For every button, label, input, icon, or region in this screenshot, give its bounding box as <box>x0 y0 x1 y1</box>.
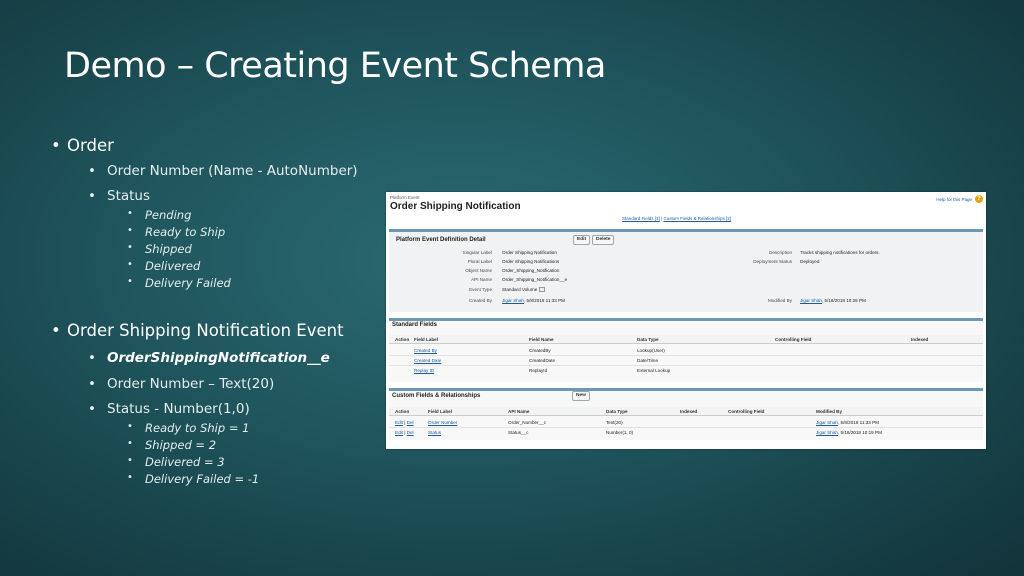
field-label: Object Name <box>465 268 492 273</box>
salesforce-screenshot: Platform Event Order Shipping Notificati… <box>386 192 986 449</box>
info-icon[interactable] <box>538 287 545 293</box>
table-cell: Jigar Shah, 5/8/2018 11:33 PM <box>816 420 880 425</box>
field-label: Plural Label <box>467 259 492 264</box>
field-value: Jigar Shah, 5/8/2018 11:33 PM <box>502 298 566 303</box>
column-header: Controlling Field <box>775 337 812 342</box>
field-label: Modified By <box>767 298 792 303</box>
bullet-event: • Order Shipping Notification Event <box>51 321 344 340</box>
status-item: • Delivered <box>127 259 201 273</box>
field-label: API Name <box>471 277 492 282</box>
table-cell: CreatedBy <box>529 348 551 353</box>
field-value: Order Shipping Notification <box>502 250 557 255</box>
custom-fields-link[interactable]: Custom Fields & Relationships [2] <box>663 216 731 221</box>
column-header: Data Type <box>606 409 628 414</box>
field-label: Singular Label <box>462 250 492 255</box>
field-value: Order_Shipping_Notification__e <box>502 277 568 282</box>
bullet-order: • Order <box>51 136 114 155</box>
field-label-link[interactable]: Status <box>428 430 441 435</box>
status-item: • Shipped <box>127 242 192 256</box>
column-header: Indexed <box>680 409 698 414</box>
table-cell: Number(1, 0) <box>606 430 634 435</box>
field-value: Tracks shipping notifications for orders… <box>800 250 880 255</box>
status-item: • Ready to Ship = 1 <box>127 421 250 435</box>
user-link[interactable]: Jigar Shah <box>502 298 524 303</box>
field-value: Standard Volume <box>502 287 545 293</box>
row-actions: Edit | Del <box>395 420 414 425</box>
row-divider <box>389 355 983 356</box>
row-divider <box>389 427 983 428</box>
table-cell: ReplayId <box>529 368 548 373</box>
custom-fields-title: Custom Fields & Relationships <box>392 393 481 399</box>
bullet-event-status: • Status - Number(1,0) <box>88 401 250 417</box>
help-link[interactable]: Help for this Page <box>936 197 972 202</box>
user-link[interactable]: Jigar Shah <box>816 420 838 425</box>
row-actions: Edit | Del <box>395 430 414 435</box>
column-header: Data Type <box>637 337 659 342</box>
table-cell: Order_Number__c <box>508 420 547 425</box>
edit-button[interactable]: Edit <box>573 235 591 245</box>
field-value: Order_Shipping_Notification <box>502 268 560 273</box>
user-link[interactable]: Jigar Shah <box>816 430 838 435</box>
status-item: • Shipped = 2 <box>127 438 217 452</box>
status-item: • Delivered = 3 <box>127 455 225 469</box>
status-item: • Delivery Failed <box>127 276 231 290</box>
standard-fields-header <box>389 335 983 344</box>
column-header: Field Name <box>529 337 554 342</box>
column-header: Modified By <box>816 409 843 414</box>
field-value: Order Shipping Notifications <box>502 259 560 264</box>
standard-fields-title: Standard Fields <box>392 322 438 328</box>
table-cell: External Lookup <box>637 368 671 373</box>
delete-button[interactable]: Delete <box>592 235 615 245</box>
bullet-order-number: • Order Number (Name - AutoNumber) <box>88 163 358 179</box>
help-icon[interactable]: ? <box>975 195 983 203</box>
column-header: Field Label <box>428 409 452 414</box>
status-item: • Delivery Failed = -1 <box>127 472 260 486</box>
bullet-event-api-name: • OrderShippingNotification__e <box>88 350 330 366</box>
table-cell: CreatedDate <box>529 358 556 363</box>
bullet-order-status: • Status <box>88 188 151 204</box>
edit-link[interactable]: Edit <box>395 420 403 425</box>
table-cell: Text(20) <box>606 420 623 425</box>
field-label: Event Type <box>469 287 492 292</box>
column-header: Indexed <box>911 337 929 342</box>
related-list-links: Standard Fields [3] | Custom Fields & Re… <box>622 216 732 221</box>
new-field-button[interactable]: New <box>572 391 590 401</box>
column-header: Field Label <box>414 337 438 342</box>
standard-fields-link[interactable]: Standard Fields [3] <box>622 216 660 221</box>
column-header: Action <box>395 337 410 342</box>
bullet-order-label: Order <box>67 136 114 155</box>
object-name: Order Shipping Notification <box>390 201 521 212</box>
delete-link[interactable]: Del <box>407 420 414 425</box>
bullet-event-order-number: • Order Number – Text(20) <box>88 376 275 392</box>
column-header: API Name <box>508 409 530 414</box>
table-cell: Date/Time <box>637 358 659 363</box>
field-label: Deployment Status <box>753 259 792 264</box>
field-label-link[interactable]: Replay ID <box>414 368 434 373</box>
row-divider <box>389 365 983 366</box>
field-label: Created By <box>469 298 492 303</box>
field-value: Deployed <box>800 259 820 264</box>
delete-link[interactable]: Del <box>407 430 414 435</box>
table-cell: Lookup(User) <box>637 348 665 353</box>
standard-fields-section <box>389 318 983 382</box>
user-link[interactable]: Jigar Shah <box>800 298 822 303</box>
field-label-link[interactable]: Order Number <box>428 420 457 425</box>
table-cell: Status__c <box>508 430 529 435</box>
column-header: Controlling Field <box>728 409 765 414</box>
slide-title: Demo – Creating Event Schema <box>64 46 606 86</box>
column-header: Action <box>395 409 410 414</box>
table-cell: Jigar Shah, 5/18/2018 10:19 PM <box>816 430 882 435</box>
field-label-link[interactable]: Created Date <box>414 358 441 363</box>
field-label-link[interactable]: Created By <box>414 348 437 353</box>
object-type: Platform Event <box>390 195 420 200</box>
detail-section-title: Platform Event Definition Detail <box>396 237 486 243</box>
status-item: • Ready to Ship <box>127 225 226 239</box>
field-value: Jigar Shah, 5/18/2018 10:26 PM <box>800 298 866 303</box>
edit-link[interactable]: Edit <box>395 430 403 435</box>
status-item: • Pending <box>127 208 192 222</box>
field-label: Description <box>769 250 792 255</box>
